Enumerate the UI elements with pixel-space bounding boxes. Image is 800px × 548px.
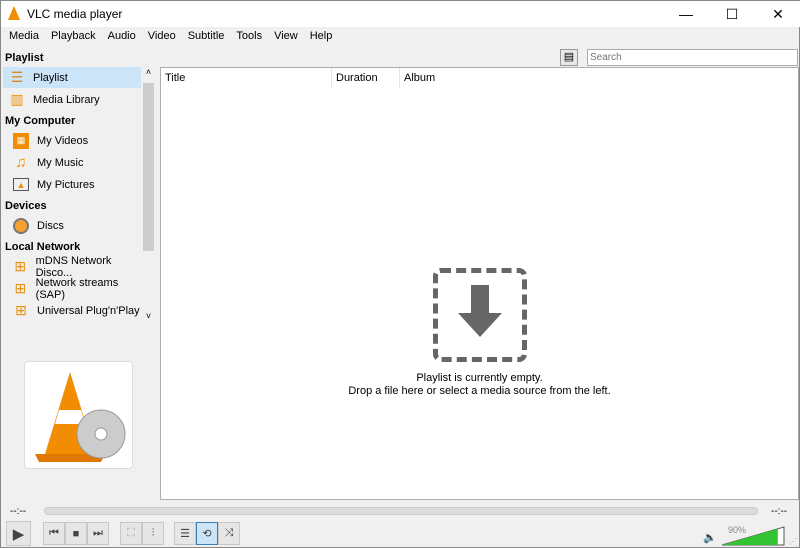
volume-slider[interactable]	[721, 526, 785, 546]
sidebar-item-sap[interactable]: ⊞ Network streams (SAP)	[3, 276, 141, 301]
sidebar-item-label: Discs	[37, 219, 64, 232]
next-icon: ⏭	[93, 527, 103, 539]
sidebar-item-label: My Videos	[37, 134, 89, 147]
scroll-up-icon[interactable]: ˄	[142, 67, 155, 81]
next-button[interactable]: ⏭	[87, 522, 109, 545]
media-library-icon: ▥	[10, 91, 24, 107]
menu-audio[interactable]: Audio	[102, 27, 142, 46]
loop-button[interactable]: ⟲	[196, 522, 218, 545]
music-note-icon: ♫	[15, 154, 27, 171]
column-duration[interactable]: Duration	[332, 68, 400, 88]
section-devices: Devices	[5, 200, 47, 212]
sidebar-item-label: Network streams (SAP)	[35, 276, 119, 301]
sidebar-item-label: Playlist	[33, 71, 68, 84]
playlist-icon: ☰	[10, 69, 24, 85]
fullscreen-button[interactable]: ⛶	[120, 522, 142, 545]
download-arrow-icon	[458, 285, 502, 337]
previous-icon: ⏮	[49, 527, 59, 539]
maximize-button[interactable]: ☐	[709, 1, 755, 27]
empty-message: Playlist is currently empty.	[416, 372, 543, 384]
column-album[interactable]: Album	[400, 68, 480, 88]
shuffle-button[interactable]: ⤨	[218, 522, 240, 545]
sidebar-scrollbar[interactable]: ˄ ˅	[142, 67, 155, 325]
playlist-icon: ☰	[180, 528, 190, 540]
menu-tools[interactable]: Tools	[230, 27, 268, 46]
scrollbar-thumb[interactable]	[143, 83, 154, 251]
sidebar-item-upnp[interactable]: ⊞ Universal Plug'n'Play	[3, 300, 141, 321]
equalizer-icon: ⫶	[151, 527, 155, 539]
fullscreen-icon: ⛶	[127, 527, 135, 539]
remaining-time[interactable]: --:--	[771, 506, 787, 517]
sidebar-item-label: My Pictures	[37, 178, 95, 191]
empty-hint: Drop a file here or select a media sourc…	[348, 385, 611, 397]
shuffle-icon: ⤨	[224, 527, 234, 539]
sidebar-item-mdns[interactable]: ⊞ mDNS Network Disco...	[3, 254, 141, 279]
menu-bar: Media Playback Audio Video Subtitle Tool…	[1, 27, 800, 46]
network-icon: ⊞	[14, 280, 27, 296]
drop-zone-icon	[433, 268, 527, 362]
elapsed-time[interactable]: --:--	[10, 506, 26, 517]
playlist-view-button[interactable]: ▤	[560, 49, 578, 66]
sidebar-item-label: mDNS Network Disco...	[35, 254, 112, 279]
toggle-playlist-button[interactable]: ☰	[174, 522, 196, 545]
play-button[interactable]: ▶	[6, 521, 31, 546]
vlc-cone-art-icon	[35, 372, 126, 462]
sidebar-item-label: Media Library	[33, 93, 100, 106]
playlist-panel[interactable]: Title Duration Album Playlist is current…	[160, 67, 799, 500]
network-icon: ⊞	[15, 302, 27, 318]
disc-icon	[13, 217, 29, 234]
section-playlist: Playlist	[5, 52, 44, 64]
sidebar-item-playlist[interactable]: ☰ Playlist	[3, 67, 141, 88]
scroll-down-icon[interactable]: ˅	[142, 311, 155, 325]
vlc-logo-icon	[8, 6, 20, 20]
column-title[interactable]: Title	[161, 68, 332, 88]
sidebar-item-my-pictures[interactable]: ▲ My Pictures	[3, 174, 141, 195]
title-bar: VLC media player — ☐ ✕	[1, 1, 800, 27]
picture-icon: ▲	[13, 178, 29, 191]
speaker-icon[interactable]: 🔈	[703, 531, 717, 544]
sidebar-item-my-videos[interactable]: ▦ My Videos	[3, 130, 141, 151]
sidebar-item-media-library[interactable]: ▥ Media Library	[3, 89, 141, 110]
sidebar-item-label: Universal Plug'n'Play	[37, 304, 140, 317]
menu-help[interactable]: Help	[304, 27, 339, 46]
play-icon: ▶	[12, 525, 25, 543]
menu-playback[interactable]: Playback	[45, 27, 102, 46]
extended-settings-button[interactable]: ⫶	[142, 522, 164, 545]
window-title: VLC media player	[27, 7, 123, 21]
close-button[interactable]: ✕	[755, 1, 800, 27]
menu-view[interactable]: View	[268, 27, 304, 46]
menu-video[interactable]: Video	[142, 27, 182, 46]
sidebar-item-label: My Music	[37, 156, 84, 169]
section-my-computer: My Computer	[5, 115, 76, 127]
seek-bar[interactable]	[44, 507, 758, 515]
loop-icon: ⟲	[202, 528, 212, 540]
previous-button[interactable]: ⏮	[43, 522, 65, 545]
menu-media[interactable]: Media	[3, 27, 45, 46]
sidebar-item-my-music[interactable]: ♫ My Music	[3, 152, 141, 173]
section-local-network: Local Network	[5, 241, 81, 253]
network-icon: ⊞	[14, 258, 27, 274]
sidebar-item-discs[interactable]: Discs	[3, 215, 141, 236]
menu-subtitle[interactable]: Subtitle	[182, 27, 231, 46]
stop-icon: ■	[72, 527, 80, 540]
list-view-icon: ▤	[563, 51, 575, 63]
film-icon: ▦	[13, 132, 29, 149]
stop-button[interactable]: ■	[65, 522, 87, 545]
minimize-button[interactable]: —	[663, 1, 709, 27]
album-art	[24, 361, 133, 469]
resize-grip-icon: ⋰	[789, 537, 797, 546]
search-input[interactable]	[587, 49, 798, 66]
